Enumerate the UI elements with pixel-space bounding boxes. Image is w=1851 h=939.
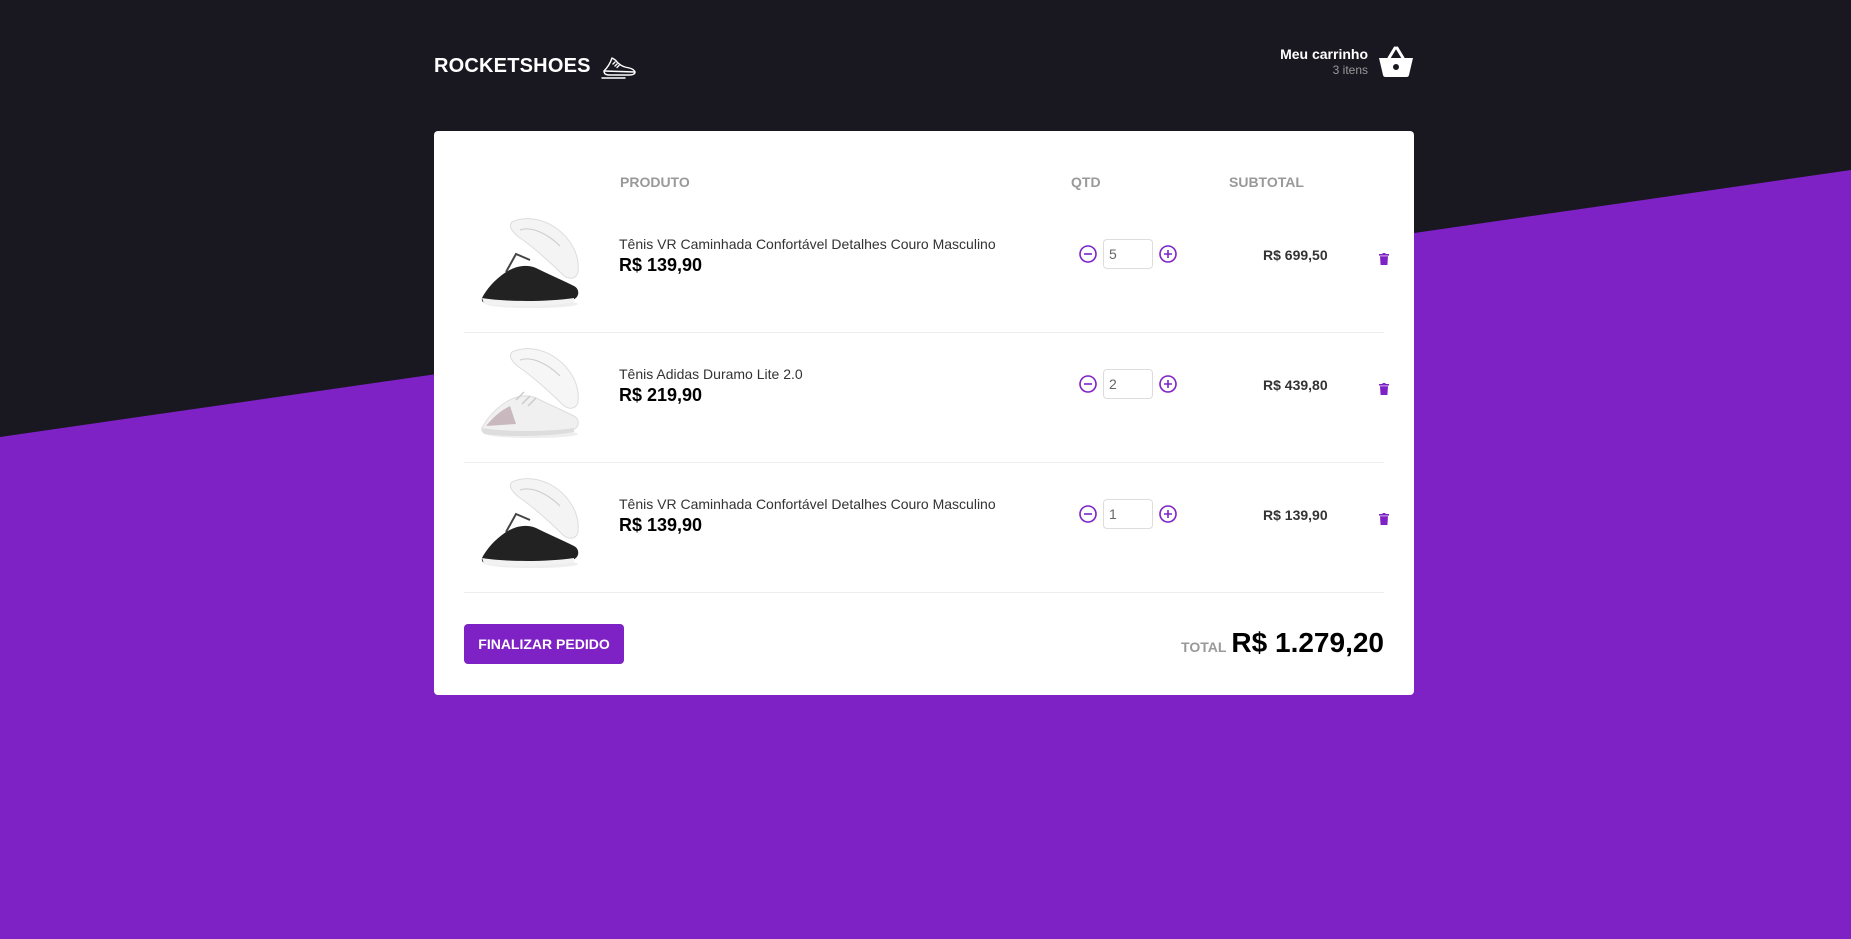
increment-button[interactable] xyxy=(1158,244,1178,264)
quantity-control xyxy=(1078,239,1178,269)
cart-table-card: PRODUTO QTD SUBTOTAL Tênis VR Caminhada … xyxy=(434,131,1414,695)
product-price: R$ 139,90 xyxy=(619,515,703,535)
row-subtotal: R$ 139,90 xyxy=(1263,507,1328,523)
header: ROCKETSHOES Meu carrinho 3 itens xyxy=(434,0,1414,130)
plus-circle-icon xyxy=(1159,375,1177,393)
trash-icon xyxy=(1379,383,1389,395)
product-title: Tênis VR Caminhada Confortável Detalhes … xyxy=(619,496,996,512)
cart-link[interactable]: Meu carrinho 3 itens xyxy=(1280,46,1414,78)
trash-icon xyxy=(1379,253,1389,265)
minus-circle-icon xyxy=(1079,375,1097,393)
product-image xyxy=(481,218,579,308)
row-subtotal: R$ 699,50 xyxy=(1263,247,1328,263)
column-header-product: PRODUTO xyxy=(620,174,690,190)
quantity-input[interactable] xyxy=(1103,499,1153,529)
remove-item-button[interactable] xyxy=(1369,374,1399,404)
sneaker-logo-icon xyxy=(600,57,636,79)
product-price: R$ 219,90 xyxy=(619,385,703,405)
product-image xyxy=(481,478,579,568)
increment-button[interactable] xyxy=(1158,504,1178,524)
row-subtotal: R$ 439,80 xyxy=(1263,377,1328,393)
minus-circle-icon xyxy=(1079,245,1097,263)
product-image xyxy=(481,348,579,438)
column-header-quantity: QTD xyxy=(1071,174,1101,190)
remove-item-button[interactable] xyxy=(1369,244,1399,274)
product-title: Tênis VR Caminhada Confortável Detalhes … xyxy=(619,236,996,252)
quantity-input[interactable] xyxy=(1103,369,1153,399)
column-header-subtotal: SUBTOTAL xyxy=(1229,174,1304,190)
cart-info: Meu carrinho 3 itens xyxy=(1280,46,1368,78)
cart-footer: FINALIZAR PEDIDO TOTAL R$ 1.279,20 xyxy=(464,624,1384,666)
decrement-button[interactable] xyxy=(1078,374,1098,394)
decrement-button[interactable] xyxy=(1078,244,1098,264)
order-total: TOTAL R$ 1.279,20 xyxy=(1181,627,1384,659)
quantity-control xyxy=(1078,369,1178,399)
total-value: R$ 1.279,20 xyxy=(1231,627,1384,658)
finish-order-button[interactable]: FINALIZAR PEDIDO xyxy=(464,624,624,664)
product-price: R$ 139,90 xyxy=(619,255,703,275)
table-row: Tênis VR Caminhada Confortável Detalhes … xyxy=(464,202,1389,333)
decrement-button[interactable] xyxy=(1078,504,1098,524)
table-row: Tênis VR Caminhada Confortável Detalhes … xyxy=(464,462,1389,593)
minus-circle-icon xyxy=(1079,505,1097,523)
cart-title: Meu carrinho xyxy=(1280,46,1368,62)
increment-button[interactable] xyxy=(1158,374,1178,394)
quantity-control xyxy=(1078,499,1178,529)
page-wrapper: ROCKETSHOES Meu carrinho 3 itens PRODUTO… xyxy=(434,0,1414,695)
total-label: TOTAL xyxy=(1181,639,1227,655)
remove-item-button[interactable] xyxy=(1369,504,1399,534)
plus-circle-icon xyxy=(1159,245,1177,263)
logo-text: ROCKETSHOES xyxy=(434,54,591,77)
cart-count: 3 itens xyxy=(1332,63,1368,77)
product-title: Tênis Adidas Duramo Lite 2.0 xyxy=(619,366,803,382)
quantity-input[interactable] xyxy=(1103,239,1153,269)
logo[interactable]: ROCKETSHOES xyxy=(434,52,637,80)
table-row: Tênis Adidas Duramo Lite 2.0 R$ 219,90 R… xyxy=(464,332,1389,463)
plus-circle-icon xyxy=(1159,505,1177,523)
trash-icon xyxy=(1379,513,1389,525)
shopping-basket-icon xyxy=(1379,46,1413,77)
